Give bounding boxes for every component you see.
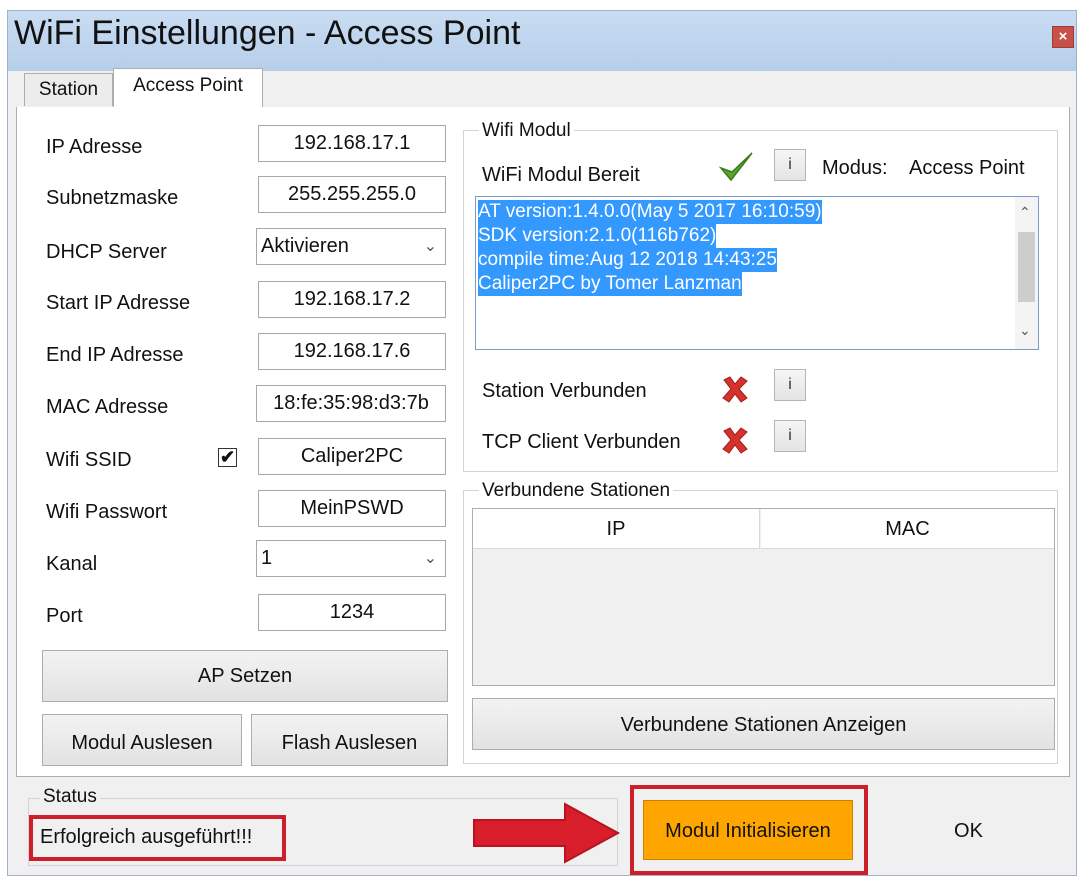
log-scrollbar-thumb[interactable] <box>1018 232 1035 302</box>
ip-address-field[interactable]: 192.168.17.1 <box>258 125 446 162</box>
arrow-right-icon <box>470 800 622 866</box>
subnet-mask-label: Subnetzmaske <box>46 187 179 209</box>
ap-setzen-button[interactable]: AP Setzen <box>42 650 448 702</box>
wifi-ssid-field[interactable]: Caliper2PC <box>258 438 446 475</box>
chevron-down-icon: ⌄ <box>423 550 437 567</box>
scroll-up-icon[interactable]: ⌃ <box>1019 204 1031 221</box>
window-title: WiFi Einstellungen - Access Point <box>14 14 521 52</box>
ssid-checkbox[interactable]: ✔ <box>218 448 237 467</box>
wifi-ready-info-button[interactable]: i <box>774 149 806 181</box>
column-header-ip[interactable]: IP <box>473 509 760 549</box>
station-info-button[interactable]: i <box>774 369 806 401</box>
connected-stations-group-label: Verbundene Stationen <box>479 480 674 502</box>
scroll-down-icon[interactable]: ⌄ <box>1019 322 1031 339</box>
module-log-lines: AT version:1.4.0.0(May 5 2017 16:10:59) … <box>478 200 1013 296</box>
cross-icon <box>720 425 750 455</box>
tab-station[interactable]: Station <box>24 73 113 106</box>
log-line: Caliper2PC by Tomer Lanzman <box>478 272 742 296</box>
ok-button[interactable]: OK <box>871 801 1066 861</box>
modul-initialisieren-button[interactable]: Modul Initialisieren <box>643 800 853 860</box>
modul-auslesen-button[interactable]: Modul Auslesen <box>42 714 242 766</box>
cross-icon <box>720 374 750 404</box>
wifi-password-field[interactable]: MeinPSWD <box>258 490 446 527</box>
column-header-mac[interactable]: MAC <box>761 509 1054 549</box>
wifi-ssid-label: Wifi SSID <box>46 449 132 471</box>
channel-label: Kanal <box>46 553 98 575</box>
status-group-label: Status <box>40 786 100 808</box>
end-ip-label: End IP Adresse <box>46 344 184 366</box>
chevron-down-icon: ⌄ <box>423 238 437 255</box>
start-ip-field[interactable]: 192.168.17.2 <box>258 281 446 318</box>
channel-select[interactable]: 1 ⌄ <box>256 540 446 577</box>
mac-address-label: MAC Adresse <box>46 396 169 418</box>
dhcp-server-label: DHCP Server <box>46 241 167 263</box>
modus-value: Access Point <box>909 157 1025 179</box>
tcp-client-connected-label: TCP Client Verbunden <box>482 431 681 453</box>
tcp-client-info-button[interactable]: i <box>774 420 806 452</box>
log-line: AT version:1.4.0.0(May 5 2017 16:10:59) <box>478 200 822 224</box>
show-connected-stations-button[interactable]: Verbundene Stationen Anzeigen <box>472 698 1055 750</box>
tab-access-point[interactable]: Access Point <box>113 68 263 108</box>
modus-label: Modus: <box>822 157 888 179</box>
end-ip-field[interactable]: 192.168.17.6 <box>258 333 446 370</box>
close-button[interactable]: × <box>1052 26 1074 48</box>
wifi-modul-group-label: Wifi Modul <box>479 120 574 142</box>
dhcp-server-select[interactable]: Aktivieren ⌄ <box>256 228 446 265</box>
status-text: Erfolgreich ausgeführt!!! <box>40 826 253 848</box>
station-connected-label: Station Verbunden <box>482 380 647 402</box>
ip-address-label: IP Adresse <box>46 136 143 158</box>
log-line: compile time:Aug 12 2018 14:43:25 <box>478 248 777 272</box>
wifi-password-label: Wifi Passwort <box>46 501 168 523</box>
dhcp-server-value: Aktivieren <box>261 235 349 257</box>
log-line: SDK version:2.1.0(116b762) <box>478 224 717 248</box>
channel-value: 1 <box>261 547 273 569</box>
subnet-mask-field[interactable]: 255.255.255.0 <box>258 176 446 213</box>
port-label: Port <box>46 605 83 627</box>
flash-auslesen-button[interactable]: Flash Auslesen <box>251 714 448 766</box>
port-field[interactable]: 1234 <box>258 594 446 631</box>
checkmark-icon <box>718 150 754 184</box>
wifi-ready-label: WiFi Modul Bereit <box>482 164 640 186</box>
mac-address-field[interactable]: 18:fe:35:98:d3:7b <box>256 385 446 422</box>
start-ip-label: Start IP Adresse <box>46 292 191 314</box>
